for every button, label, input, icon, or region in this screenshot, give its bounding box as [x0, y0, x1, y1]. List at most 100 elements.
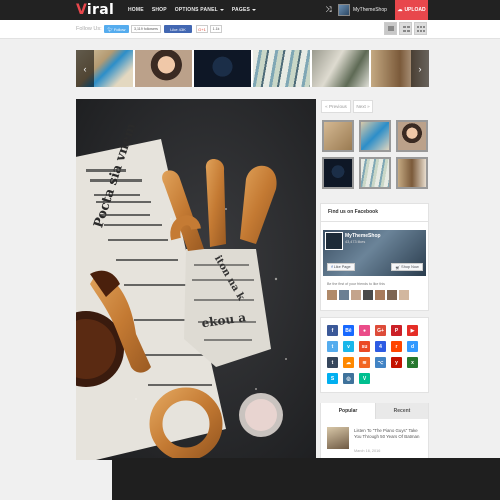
facebook-page-plugin: MyThemeShop 43,473 likes f Like Page 🛒︎ …	[323, 230, 426, 276]
grid-view-icon-part	[407, 26, 410, 28]
facebook-like-label: Like 43K	[170, 26, 186, 32]
behance-icon[interactable]: Bē	[343, 325, 354, 336]
carousel-thumb[interactable]	[253, 50, 312, 87]
logo-v: V	[76, 2, 87, 18]
google-plus-button[interactable]: G+1	[196, 25, 208, 33]
related-post-thumb[interactable]	[359, 120, 391, 152]
list-view-button[interactable]	[384, 22, 397, 35]
soundcloud-icon[interactable]: ☁	[343, 357, 354, 368]
grid-view-icon	[403, 26, 406, 28]
featured-posts-carousel: ‹ ›	[76, 50, 429, 87]
yelp-icon[interactable]: y	[391, 357, 402, 368]
friend-avatar[interactable]	[387, 290, 397, 300]
related-post-thumb[interactable]	[396, 120, 428, 152]
twitter-follower-count: 3,119 followers	[131, 25, 161, 33]
masonry-view-icon-part	[423, 26, 425, 28]
masonry-view-icon-part	[423, 30, 425, 32]
logo-text: iral	[86, 2, 115, 18]
popular-post-thumb[interactable]	[327, 427, 349, 449]
featured-image[interactable]: Pocta sia vnem ekou a iton na k	[76, 99, 316, 460]
popular-post-title[interactable]: Listen To "The Piano Guys" Take You Thro…	[354, 428, 426, 440]
google-plus-icon[interactable]: G+	[375, 325, 386, 336]
shop-now-button[interactable]: 🛒︎ Shop Now	[391, 263, 423, 271]
upload-button[interactable]: ☁ UPLOAD	[395, 0, 428, 20]
user-menu[interactable]: MyThemeShop	[338, 3, 387, 17]
nav-item-options-panel[interactable]: OPTIONS PANEL	[175, 7, 224, 13]
follow-us-label: Follow Us:	[76, 26, 102, 32]
skype-icon[interactable]: S	[327, 373, 338, 384]
related-post-thumb[interactable]	[396, 157, 428, 189]
reddit-icon[interactable]: r	[391, 341, 402, 352]
vimeo-icon[interactable]: v	[343, 341, 354, 352]
delicious-icon[interactable]: d	[407, 341, 418, 352]
nav-item-pages[interactable]: PAGES	[231, 7, 257, 13]
churros-photo: Pocta sia vnem ekou a iton na k	[76, 99, 316, 460]
popular-post-date: March 16, 2016	[354, 449, 381, 453]
friend-avatar[interactable]	[351, 290, 361, 300]
carousel-thumb[interactable]	[135, 50, 194, 87]
friend-avatar[interactable]	[375, 290, 385, 300]
site-logo[interactable]: Viral	[76, 2, 114, 18]
facebook-icon[interactable]: f	[327, 325, 338, 336]
footer-band	[112, 458, 500, 500]
social-follow-bar: Follow Us: 🐦︎ Follow 3,119 followers Lik…	[0, 20, 500, 39]
grid-view-button[interactable]	[399, 22, 412, 35]
list-view-icon	[388, 26, 394, 31]
facebook-friends-text: Be the first of your friends to like thi…	[327, 282, 385, 286]
like-page-label: Like Page	[333, 265, 351, 269]
grid-view-icon-part	[407, 30, 410, 32]
facebook-page-name[interactable]: MyThemeShop	[345, 233, 381, 239]
facebook-like-button[interactable]: Like 43K	[164, 25, 192, 33]
user-name: MyThemeShop	[353, 7, 387, 13]
rss-icon[interactable]: ≋	[359, 357, 370, 368]
like-page-button[interactable]: f Like Page	[327, 263, 355, 271]
next-post-button[interactable]: Next »	[353, 100, 373, 113]
twitter-icon: 🐦︎	[107, 26, 113, 32]
friend-avatar[interactable]	[399, 290, 409, 300]
masonry-view-icon-part	[420, 26, 422, 28]
nav-item-home[interactable]: HOME	[128, 7, 144, 13]
twitter-icon[interactable]: t	[327, 341, 338, 352]
pinterest-icon[interactable]: P	[391, 325, 402, 336]
related-post-thumb[interactable]	[359, 157, 391, 189]
carousel-thumb[interactable]	[312, 50, 371, 87]
foursquare-icon[interactable]: 4	[375, 341, 386, 352]
masonry-view-icon-part	[420, 30, 422, 32]
carousel-thumb[interactable]	[194, 50, 253, 87]
tab-recent[interactable]: Recent	[375, 403, 428, 419]
instagram-icon[interactable]: ◎	[343, 373, 354, 384]
carousel-prev-arrow-icon[interactable]: ‹	[76, 50, 94, 87]
related-post-thumb[interactable]	[322, 157, 354, 189]
youtube-icon[interactable]: ▶	[407, 325, 418, 336]
previous-post-button[interactable]: « Previous	[321, 100, 351, 113]
twitter-follow-button[interactable]: 🐦︎ Follow	[104, 25, 129, 33]
tab-popular[interactable]: Popular	[321, 403, 375, 419]
nav-item-pages-label: PAGES	[231, 7, 251, 13]
friend-avatar[interactable]	[363, 290, 373, 300]
page-logo	[325, 232, 343, 250]
facebook-icon: f	[331, 265, 333, 269]
stumbleupon-icon[interactable]: su	[359, 341, 370, 352]
carousel-next-arrow-icon[interactable]: ›	[411, 50, 429, 87]
shop-now-label: Shop Now	[401, 265, 419, 269]
upload-icon: ☁	[397, 7, 403, 13]
github-icon[interactable]: ⌥	[375, 357, 386, 368]
related-post-thumb[interactable]	[322, 120, 354, 152]
grid-view-icon-part	[403, 30, 406, 32]
divider	[320, 221, 429, 222]
chevron-down-icon	[219, 8, 224, 11]
upload-label: UPLOAD	[404, 7, 426, 13]
friend-avatar[interactable]	[339, 290, 349, 300]
masonry-view-button[interactable]	[414, 22, 427, 35]
vine-icon[interactable]: V	[359, 373, 370, 384]
avatar	[338, 4, 350, 16]
nav-item-shop[interactable]: SHOP	[152, 7, 167, 13]
xing-icon[interactable]: x	[407, 357, 418, 368]
top-navigation-bar: Viral HOME SHOP OPTIONS PANEL PAGES ⤨ My…	[0, 0, 500, 20]
shuffle-icon[interactable]: ⤨	[324, 5, 333, 14]
dribbble-icon[interactable]: ●	[359, 325, 370, 336]
main-menu: HOME SHOP OPTIONS PANEL PAGES	[128, 0, 257, 20]
friend-avatar[interactable]	[327, 290, 337, 300]
twitter-follow-label: Follow	[113, 26, 126, 32]
tumblr-icon[interactable]: t	[327, 357, 338, 368]
